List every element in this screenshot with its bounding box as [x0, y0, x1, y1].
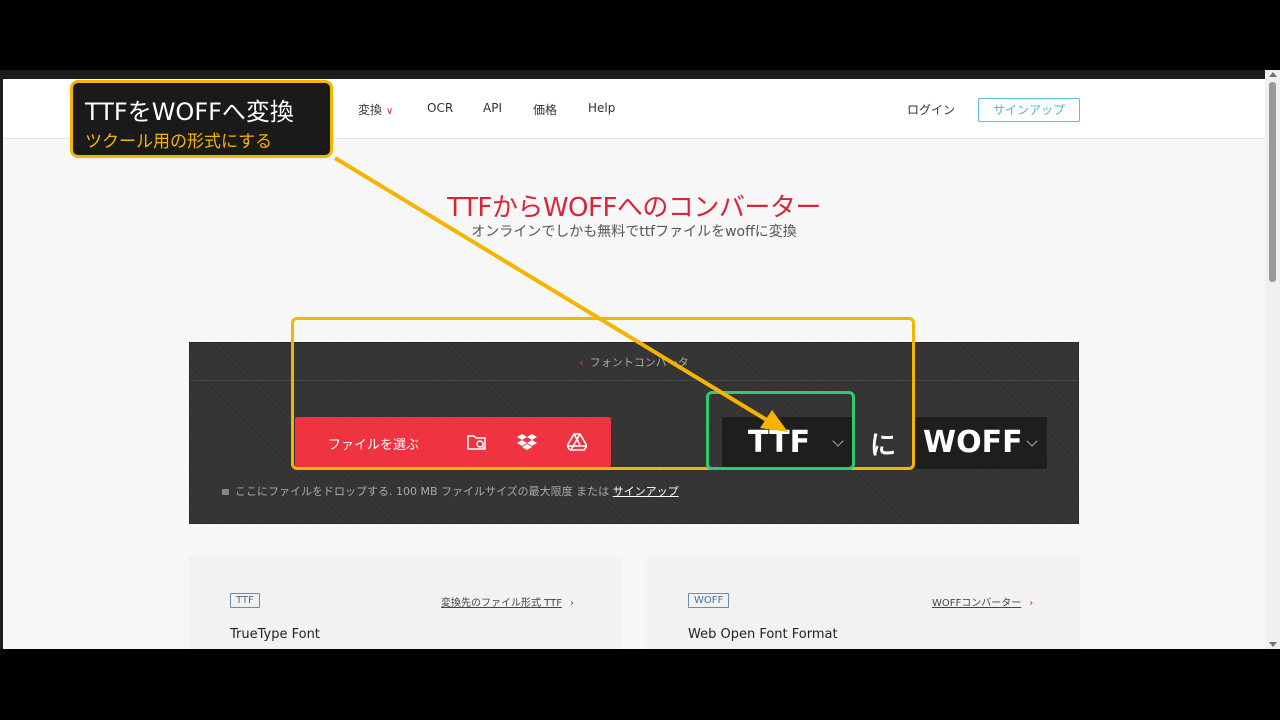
card-title: TrueType Font	[230, 627, 320, 642]
nav-item-pricing[interactable]: 価格	[533, 101, 557, 118]
card-link-label: 変換先のファイル形式 TTF	[441, 598, 562, 609]
chevron-right-icon: ›	[1029, 598, 1034, 609]
nav-item-ocr[interactable]: OCR	[427, 101, 453, 115]
signup-button[interactable]: サインアップ	[978, 98, 1080, 122]
nav-item-api[interactable]: API	[483, 101, 502, 115]
format-card-ttf: TTF 変換先のファイル形式 TTF › TrueType Font	[189, 557, 622, 649]
scroll-down-arrow-icon[interactable]	[1269, 642, 1277, 647]
card-link[interactable]: WOFFコンバーター ›	[932, 594, 1033, 609]
annotation-callout: TTFをWOFFへ変換 ツクール用の形式にする	[70, 80, 333, 158]
scrollbar-thumb[interactable]	[1269, 82, 1276, 282]
callout-title: TTFをWOFFへ変換	[85, 98, 294, 126]
card-title: Web Open Font Format	[688, 627, 838, 642]
drop-hint-text: ここにファイルをドロップする. 100 MB ファイルサイズの最大限度 または	[235, 485, 610, 498]
format-badge: WOFF	[688, 593, 730, 608]
nav-item-convert[interactable]: 変換 ∨	[358, 101, 393, 118]
nav-item-convert-label: 変換	[358, 103, 383, 117]
to-format-value: WOFF	[923, 425, 1023, 460]
callout-subtitle: ツクール用の形式にする	[85, 132, 273, 152]
scroll-up-arrow-icon[interactable]	[1269, 72, 1277, 77]
chevron-down-icon	[1026, 435, 1038, 447]
format-card-woff: WOFF WOFFコンバーター › Web Open Font Format	[647, 557, 1080, 649]
chevron-right-icon: ›	[569, 598, 574, 609]
nav-item-help[interactable]: Help	[588, 101, 615, 115]
login-link[interactable]: ログイン	[907, 101, 955, 118]
to-format-select[interactable]: WOFF	[915, 417, 1047, 469]
lock-icon	[222, 489, 229, 495]
drop-hint: ここにファイルをドロップする. 100 MB ファイルサイズの最大限度 または …	[222, 483, 679, 499]
format-badge: TTF	[230, 593, 260, 608]
chevron-down-icon: ∨	[386, 106, 394, 117]
card-link-label: WOFFコンバーター	[932, 598, 1022, 609]
vertical-scrollbar[interactable]	[1265, 70, 1280, 649]
signup-link[interactable]: サインアップ	[613, 485, 679, 498]
page-title: TTFからWOFFへのコンバーター	[447, 193, 821, 223]
highlight-frame-green	[706, 391, 855, 470]
page-subtitle: オンラインでしかも無料でttfファイルをwoffに変換	[471, 224, 797, 240]
card-link[interactable]: 変換先のファイル形式 TTF ›	[441, 594, 574, 609]
